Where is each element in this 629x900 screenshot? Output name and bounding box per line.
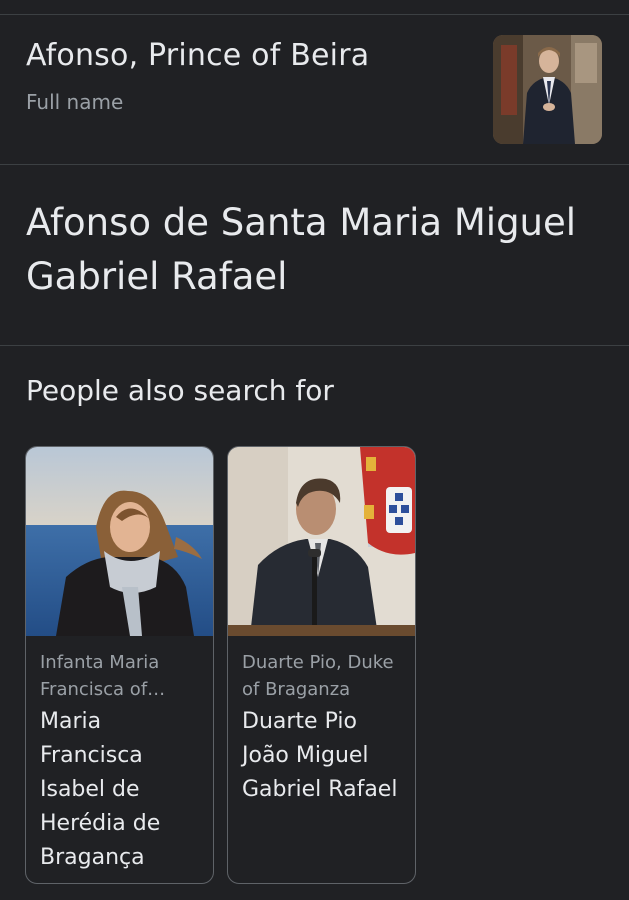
section-divider-2: [0, 345, 629, 346]
related-card-duarte-pio[interactable]: Duarte Pio, Duke of Braganza Duarte Pio …: [227, 446, 416, 884]
related-card-name: Duarte Pio João Miguel Gabriel Rafael: [242, 709, 398, 802]
full-name-answer: Afonso de Santa Maria Miguel Gabriel Raf…: [26, 201, 577, 298]
related-card-name: Maria Francisca Isabel de Herédia de Bra…: [40, 709, 161, 870]
related-card-image: [26, 447, 213, 636]
related-card-subtitle: Duarte Pio, Duke of Braganza: [242, 652, 394, 700]
knowledge-panel: Afonso, Prince of Beira Full name Afonso…: [0, 0, 629, 900]
entity-thumbnail[interactable]: [493, 35, 602, 144]
section-divider-1: [0, 164, 629, 165]
entity-title[interactable]: Afonso, Prince of Beira: [26, 38, 369, 73]
entity-subtitle: Full name: [26, 90, 124, 114]
related-card-maria-francisca[interactable]: Infanta Maria Francisca of Braganza Mari…: [25, 446, 214, 884]
related-card-subtitle: Infanta Maria Francisca of Braganza: [40, 652, 160, 700]
top-divider: [0, 14, 629, 15]
people-also-search-title: People also search for: [26, 374, 334, 407]
related-card-image: [228, 447, 415, 636]
